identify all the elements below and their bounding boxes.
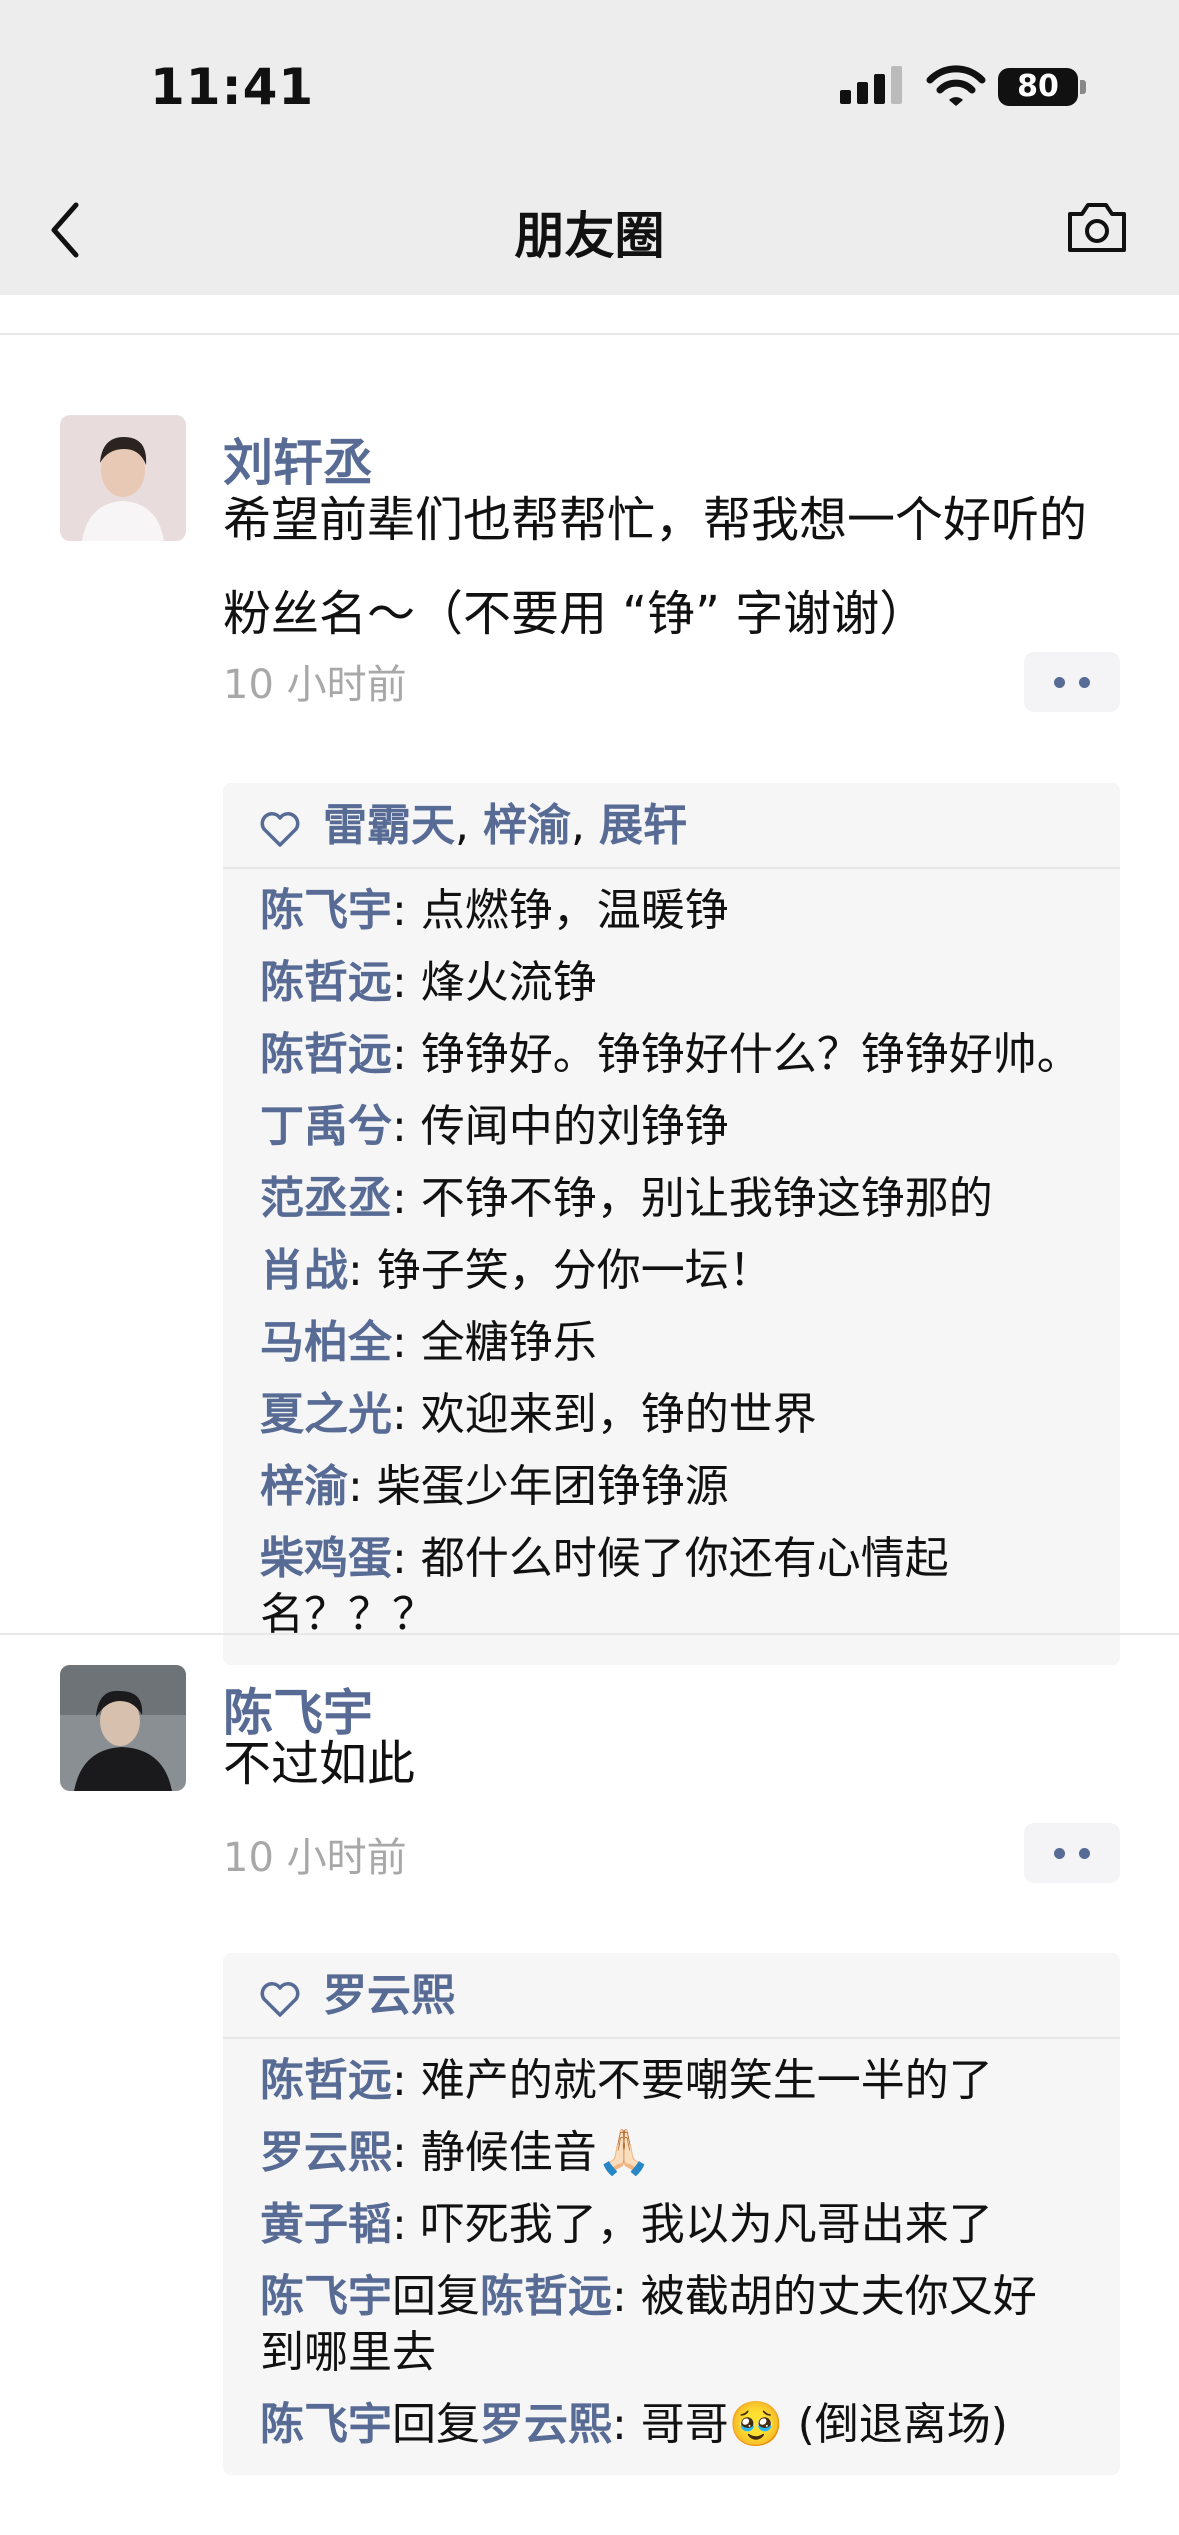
avatar[interactable] [60, 415, 186, 541]
comment-text: : 柴蛋少年团铮铮源 [348, 1461, 729, 1512]
more-dots-icon[interactable] [1024, 652, 1120, 712]
interaction-box: 雷霸天, 梓渝, 展轩 陈飞宇: 点燃铮，温暖铮 陈哲远: 烽火流铮 陈哲远: … [223, 783, 1120, 1665]
reply-word: 回复 [392, 2399, 480, 2450]
reply-word: 回复 [392, 2271, 480, 2322]
heart-icon [260, 1982, 300, 2017]
comment[interactable]: 黄子韬: 吓死我了，我以为凡哥出来了 [260, 2189, 1120, 2261]
likes-separator: , [455, 800, 483, 851]
commenter-name[interactable]: 柴鸡蛋 [260, 1533, 392, 1584]
commenter-name[interactable]: 夏之光 [260, 1389, 392, 1440]
commenter-name[interactable]: 马柏全 [260, 1317, 392, 1368]
commenter-name[interactable]: 陈哲远 [260, 1029, 392, 1080]
comment[interactable]: 肖战: 铮子笑，分你一坛！ [260, 1235, 1120, 1307]
comment-list: 陈飞宇: 点燃铮，温暖铮 陈哲远: 烽火流铮 陈哲远: 铮铮好。铮铮好什么？铮铮… [223, 869, 1120, 1665]
comment[interactable]: 陈哲远: 烽火流铮 [260, 947, 1120, 1019]
battery-icon: 80 [998, 68, 1078, 106]
liker-name[interactable]: 展轩 [599, 800, 687, 851]
comment-text: : 欢迎来到，铮的世界 [392, 1389, 817, 1440]
comment-text: : 全糖铮乐 [392, 1317, 597, 1368]
moment-post: 陈飞宇 不过如此 10 小时前 罗云熙 陈哲远: 难产的就不要嘲笑生一半的了 罗… [0, 1635, 1179, 2535]
more-dots-icon[interactable] [1024, 1823, 1120, 1883]
likes-separator: , [570, 800, 599, 851]
comment[interactable]: 马柏全: 全糖铮乐 [260, 1307, 1120, 1379]
commenter-name[interactable]: 黄子韬 [260, 2199, 392, 2250]
comment-text: : 不铮不铮，别让我铮这铮那的 [392, 1173, 993, 1224]
comment[interactable]: 陈飞宇: 点燃铮，温暖铮 [260, 875, 1120, 947]
post-content-line: 粉丝名～（不要用 “铮” 字谢谢） [223, 586, 928, 642]
comment-text: : 哥哥🥹 (倒退离场) [612, 2399, 1008, 2450]
moments-feed: 刘轩丞 希望前辈们也帮帮忙，帮我想一个好听的 粉丝名～（不要用 “铮” 字谢谢）… [0, 295, 1179, 2535]
header: 11:41 80 朋友圈 [0, 0, 1179, 295]
comment[interactable]: 丁禹兮: 传闻中的刘铮铮 [260, 1091, 1120, 1163]
post-content: 不过如此 [223, 1717, 1143, 1811]
comment[interactable]: 陈哲远: 铮铮好。铮铮好什么？铮铮好帅。 [260, 1019, 1120, 1091]
divider [0, 295, 1179, 335]
comment-text: : 传闻中的刘铮铮 [392, 1101, 729, 1152]
interaction-box: 罗云熙 陈哲远: 难产的就不要嘲笑生一半的了 罗云熙: 静候佳音🙏🏻 黄子韬: … [223, 1953, 1120, 2475]
status-time: 11:41 [150, 58, 315, 116]
comment-list: 陈哲远: 难产的就不要嘲笑生一半的了 罗云熙: 静候佳音🙏🏻 黄子韬: 吓死我了… [223, 2039, 1120, 2475]
commenter-name[interactable]: 梓渝 [260, 1461, 348, 1512]
comment[interactable]: 柴鸡蛋: 都什么时候了你还有心情起 名？？？ [260, 1523, 1120, 1651]
commenter-name[interactable]: 罗云熙 [260, 2127, 392, 2178]
comment-text: : 铮子笑，分你一坛！ [348, 1245, 773, 1296]
post-content: 希望前辈们也帮帮忙，帮我想一个好听的 粉丝名～（不要用 “铮” 字谢谢） [223, 473, 1143, 661]
comment-text: : 烽火流铮 [392, 957, 597, 1008]
wifi-icon [926, 65, 986, 106]
comment[interactable]: 陈飞宇回复罗云熙: 哥哥🥹 (倒退离场) [260, 2389, 1120, 2461]
reply-to-name[interactable]: 罗云熙 [480, 2399, 612, 2450]
moment-post: 刘轩丞 希望前辈们也帮帮忙，帮我想一个好听的 粉丝名～（不要用 “铮” 字谢谢）… [0, 335, 1179, 1665]
post-content-line: 希望前辈们也帮帮忙，帮我想一个好听的 [223, 492, 1088, 548]
post-time: 10 小时前 [223, 1835, 407, 1881]
likes-row: 罗云熙 [223, 1953, 1120, 2039]
comment[interactable]: 陈飞宇回复陈哲远: 被截胡的丈夫你又好到哪里去 [260, 2261, 1120, 2389]
comment[interactable]: 范丞丞: 不铮不铮，别让我铮这铮那的 [260, 1163, 1120, 1235]
camera-icon[interactable] [1064, 198, 1130, 258]
comment-text: : 点燃铮，温暖铮 [392, 885, 729, 936]
comment-text: 到哪里去 [260, 2327, 436, 2378]
comment[interactable]: 罗云熙: 静候佳音🙏🏻 [260, 2117, 1120, 2189]
heart-icon [260, 812, 300, 847]
post-content-line: 不过如此 [223, 1736, 416, 1792]
signal-icon [840, 62, 910, 108]
liker-name[interactable]: 梓渝 [483, 800, 571, 851]
comment[interactable]: 夏之光: 欢迎来到，铮的世界 [260, 1379, 1120, 1451]
likes-row: 雷霸天, 梓渝, 展轩 [223, 783, 1120, 869]
commenter-name[interactable]: 丁禹兮 [260, 1101, 392, 1152]
comment[interactable]: 梓渝: 柴蛋少年团铮铮源 [260, 1451, 1120, 1523]
commenter-name[interactable]: 肖战 [260, 1245, 348, 1296]
liker-name[interactable]: 罗云熙 [323, 1970, 455, 2021]
commenter-name[interactable]: 陈哲远 [260, 957, 392, 1008]
comment-text: : 铮铮好。铮铮好什么？铮铮好帅。 [392, 1029, 1081, 1080]
comment-text: : 难产的就不要嘲笑生一半的了 [392, 2055, 993, 2106]
commenter-name[interactable]: 陈飞宇 [260, 2271, 392, 2322]
battery-cap [1080, 80, 1086, 94]
page-title: 朋友圈 [514, 207, 665, 265]
commenter-name[interactable]: 陈飞宇 [260, 2399, 392, 2450]
comment-text: : 静候佳音🙏🏻 [392, 2127, 652, 2178]
post-time: 10 小时前 [223, 662, 407, 708]
reply-to-name[interactable]: 陈哲远 [480, 2271, 612, 2322]
comment-text: : 吓死我了，我以为凡哥出来了 [392, 2199, 993, 2250]
commenter-name[interactable]: 陈飞宇 [260, 885, 392, 936]
commenter-name[interactable]: 陈哲远 [260, 2055, 392, 2106]
comment-text: : 都什么时候了你还有心情起 [392, 1533, 949, 1584]
commenter-name[interactable]: 范丞丞 [260, 1173, 392, 1224]
comment-text: : 被截胡的丈夫你又好 [612, 2271, 1037, 2322]
avatar[interactable] [60, 1665, 186, 1791]
liker-name[interactable]: 雷霸天 [323, 800, 455, 851]
comment[interactable]: 陈哲远: 难产的就不要嘲笑生一半的了 [260, 2045, 1120, 2117]
